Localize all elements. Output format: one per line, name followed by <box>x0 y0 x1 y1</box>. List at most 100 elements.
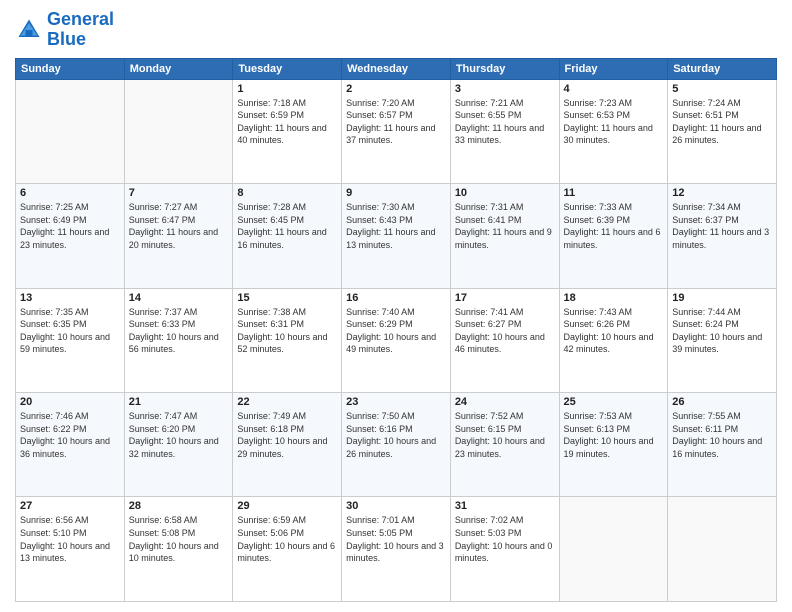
calendar-week-1: 1Sunrise: 7:18 AM Sunset: 6:59 PM Daylig… <box>16 79 777 183</box>
logo: General Blue <box>15 10 114 50</box>
day-number: 17 <box>455 292 555 304</box>
calendar-cell <box>559 497 668 602</box>
calendar-cell: 2Sunrise: 7:20 AM Sunset: 6:57 PM Daylig… <box>342 79 451 183</box>
day-info: Sunrise: 7:24 AM Sunset: 6:51 PM Dayligh… <box>672 97 772 147</box>
day-info: Sunrise: 7:01 AM Sunset: 5:05 PM Dayligh… <box>346 514 446 564</box>
calendar-cell <box>124 79 233 183</box>
calendar-cell: 10 Sunrise: 7:31 AM Sunset: 6:41 PM Dayli… <box>450 184 559 288</box>
calendar-cell: 14 Sunrise: 7:37 AM Sunset: 6:33 PM Dayli… <box>124 288 233 392</box>
calendar-cell: 20 Sunrise: 7:46 AM Sunset: 6:22 PM Dayli… <box>16 393 125 497</box>
calendar-cell: 29 Sunrise: 6:59 AM Sunset: 5:06 PM Dayli… <box>233 497 342 602</box>
calendar-cell: 31Sunrise: 7:02 AM Sunset: 5:03 PM Dayli… <box>450 497 559 602</box>
day-info: Sunrise: 7:28 AM Sunset: 6:45 PM Dayligh… <box>237 201 337 251</box>
calendar-week-3: 13 Sunrise: 7:35 AM Sunset: 6:35 PM Dayli… <box>16 288 777 392</box>
calendar-cell: 7 Sunrise: 7:27 AM Sunset: 6:47 PM Daylig… <box>124 184 233 288</box>
day-number: 2 <box>346 83 446 95</box>
calendar-cell: 15 Sunrise: 7:38 AM Sunset: 6:31 PM Dayli… <box>233 288 342 392</box>
day-number: 19 <box>672 292 772 304</box>
calendar-cell: 3 Sunrise: 7:21 AM Sunset: 6:55 PM Daylig… <box>450 79 559 183</box>
day-info: Sunrise: 7:53 AM Sunset: 6:13 PM Dayligh… <box>564 410 664 460</box>
day-number: 10 <box>455 187 555 199</box>
calendar-cell: 26 Sunrise: 7:55 AM Sunset: 6:11 PM Dayli… <box>668 393 777 497</box>
day-number: 9 <box>346 187 446 199</box>
day-number: 21 <box>129 396 229 408</box>
day-info: Sunrise: 7:21 AM Sunset: 6:55 PM Dayligh… <box>455 97 555 147</box>
header: General Blue <box>15 10 777 50</box>
calendar-cell: 16 Sunrise: 7:40 AM Sunset: 6:29 PM Dayli… <box>342 288 451 392</box>
calendar-cell: 19 Sunrise: 7:44 AM Sunset: 6:24 PM Dayli… <box>668 288 777 392</box>
day-number: 22 <box>237 396 337 408</box>
day-header-thursday: Thursday <box>450 58 559 79</box>
calendar-cell: 6Sunrise: 7:25 AM Sunset: 6:49 PM Daylig… <box>16 184 125 288</box>
page: General Blue SundayMondayTuesdayWednesda… <box>0 0 792 612</box>
day-info: Sunrise: 7:25 AM Sunset: 6:49 PM Dayligh… <box>20 201 120 251</box>
day-number: 18 <box>564 292 664 304</box>
day-info: Sunrise: 7:27 AM Sunset: 6:47 PM Dayligh… <box>129 201 229 251</box>
day-info: Sunrise: 7:23 AM Sunset: 6:53 PM Dayligh… <box>564 97 664 147</box>
day-number: 29 <box>237 500 337 512</box>
calendar-cell: 21 Sunrise: 7:47 AM Sunset: 6:20 PM Dayli… <box>124 393 233 497</box>
calendar-header-row: SundayMondayTuesdayWednesdayThursdayFrid… <box>16 58 777 79</box>
day-number: 14 <box>129 292 229 304</box>
calendar-cell: 18 Sunrise: 7:43 AM Sunset: 6:26 PM Dayli… <box>559 288 668 392</box>
calendar-week-4: 20 Sunrise: 7:46 AM Sunset: 6:22 PM Dayli… <box>16 393 777 497</box>
day-info: Sunrise: 7:33 AM Sunset: 6:39 PM Dayligh… <box>564 201 664 251</box>
day-number: 27 <box>20 500 120 512</box>
day-number: 7 <box>129 187 229 199</box>
day-number: 13 <box>20 292 120 304</box>
calendar-cell: 25 Sunrise: 7:53 AM Sunset: 6:13 PM Dayli… <box>559 393 668 497</box>
calendar-cell: 12 Sunrise: 7:34 AM Sunset: 6:37 PM Dayli… <box>668 184 777 288</box>
day-info: Sunrise: 6:59 AM Sunset: 5:06 PM Dayligh… <box>237 514 337 564</box>
day-info: Sunrise: 7:30 AM Sunset: 6:43 PM Dayligh… <box>346 201 446 251</box>
calendar-cell: 23 Sunrise: 7:50 AM Sunset: 6:16 PM Dayli… <box>342 393 451 497</box>
calendar-week-5: 27 Sunrise: 6:56 AM Sunset: 5:10 PM Dayli… <box>16 497 777 602</box>
day-info: Sunrise: 7:47 AM Sunset: 6:20 PM Dayligh… <box>129 410 229 460</box>
day-header-sunday: Sunday <box>16 58 125 79</box>
day-number: 12 <box>672 187 772 199</box>
day-number: 26 <box>672 396 772 408</box>
day-info: Sunrise: 6:58 AM Sunset: 5:08 PM Dayligh… <box>129 514 229 564</box>
day-header-monday: Monday <box>124 58 233 79</box>
day-info: Sunrise: 7:46 AM Sunset: 6:22 PM Dayligh… <box>20 410 120 460</box>
day-info: Sunrise: 7:50 AM Sunset: 6:16 PM Dayligh… <box>346 410 446 460</box>
day-info: Sunrise: 7:37 AM Sunset: 6:33 PM Dayligh… <box>129 306 229 356</box>
day-number: 28 <box>129 500 229 512</box>
day-info: Sunrise: 7:38 AM Sunset: 6:31 PM Dayligh… <box>237 306 337 356</box>
calendar-cell: 4 Sunrise: 7:23 AM Sunset: 6:53 PM Daylig… <box>559 79 668 183</box>
day-info: Sunrise: 7:18 AM Sunset: 6:59 PM Dayligh… <box>237 97 337 147</box>
day-info: Sunrise: 7:49 AM Sunset: 6:18 PM Dayligh… <box>237 410 337 460</box>
day-info: Sunrise: 7:55 AM Sunset: 6:11 PM Dayligh… <box>672 410 772 460</box>
day-header-friday: Friday <box>559 58 668 79</box>
day-info: Sunrise: 7:02 AM Sunset: 5:03 PM Dayligh… <box>455 514 555 564</box>
day-number: 3 <box>455 83 555 95</box>
calendar-cell: 28 Sunrise: 6:58 AM Sunset: 5:08 PM Dayli… <box>124 497 233 602</box>
calendar-cell: 8Sunrise: 7:28 AM Sunset: 6:45 PM Daylig… <box>233 184 342 288</box>
day-info: Sunrise: 6:56 AM Sunset: 5:10 PM Dayligh… <box>20 514 120 564</box>
day-header-tuesday: Tuesday <box>233 58 342 79</box>
day-info: Sunrise: 7:35 AM Sunset: 6:35 PM Dayligh… <box>20 306 120 356</box>
day-info: Sunrise: 7:34 AM Sunset: 6:37 PM Dayligh… <box>672 201 772 251</box>
calendar-week-2: 6Sunrise: 7:25 AM Sunset: 6:49 PM Daylig… <box>16 184 777 288</box>
calendar-cell <box>16 79 125 183</box>
calendar-cell: 17Sunrise: 7:41 AM Sunset: 6:27 PM Dayli… <box>450 288 559 392</box>
day-info: Sunrise: 7:40 AM Sunset: 6:29 PM Dayligh… <box>346 306 446 356</box>
day-number: 4 <box>564 83 664 95</box>
day-info: Sunrise: 7:31 AM Sunset: 6:41 PM Dayligh… <box>455 201 555 251</box>
calendar-cell: 24Sunrise: 7:52 AM Sunset: 6:15 PM Dayli… <box>450 393 559 497</box>
calendar-cell: 5 Sunrise: 7:24 AM Sunset: 6:51 PM Daylig… <box>668 79 777 183</box>
day-number: 16 <box>346 292 446 304</box>
day-number: 23 <box>346 396 446 408</box>
day-number: 20 <box>20 396 120 408</box>
day-number: 11 <box>564 187 664 199</box>
day-info: Sunrise: 7:43 AM Sunset: 6:26 PM Dayligh… <box>564 306 664 356</box>
calendar-cell: 11 Sunrise: 7:33 AM Sunset: 6:39 PM Dayli… <box>559 184 668 288</box>
day-number: 15 <box>237 292 337 304</box>
day-header-wednesday: Wednesday <box>342 58 451 79</box>
day-info: Sunrise: 7:44 AM Sunset: 6:24 PM Dayligh… <box>672 306 772 356</box>
day-header-saturday: Saturday <box>668 58 777 79</box>
calendar-cell: 27 Sunrise: 6:56 AM Sunset: 5:10 PM Dayli… <box>16 497 125 602</box>
calendar-cell: 22 Sunrise: 7:49 AM Sunset: 6:18 PM Dayli… <box>233 393 342 497</box>
calendar-cell: 1Sunrise: 7:18 AM Sunset: 6:59 PM Daylig… <box>233 79 342 183</box>
day-number: 5 <box>672 83 772 95</box>
day-number: 25 <box>564 396 664 408</box>
